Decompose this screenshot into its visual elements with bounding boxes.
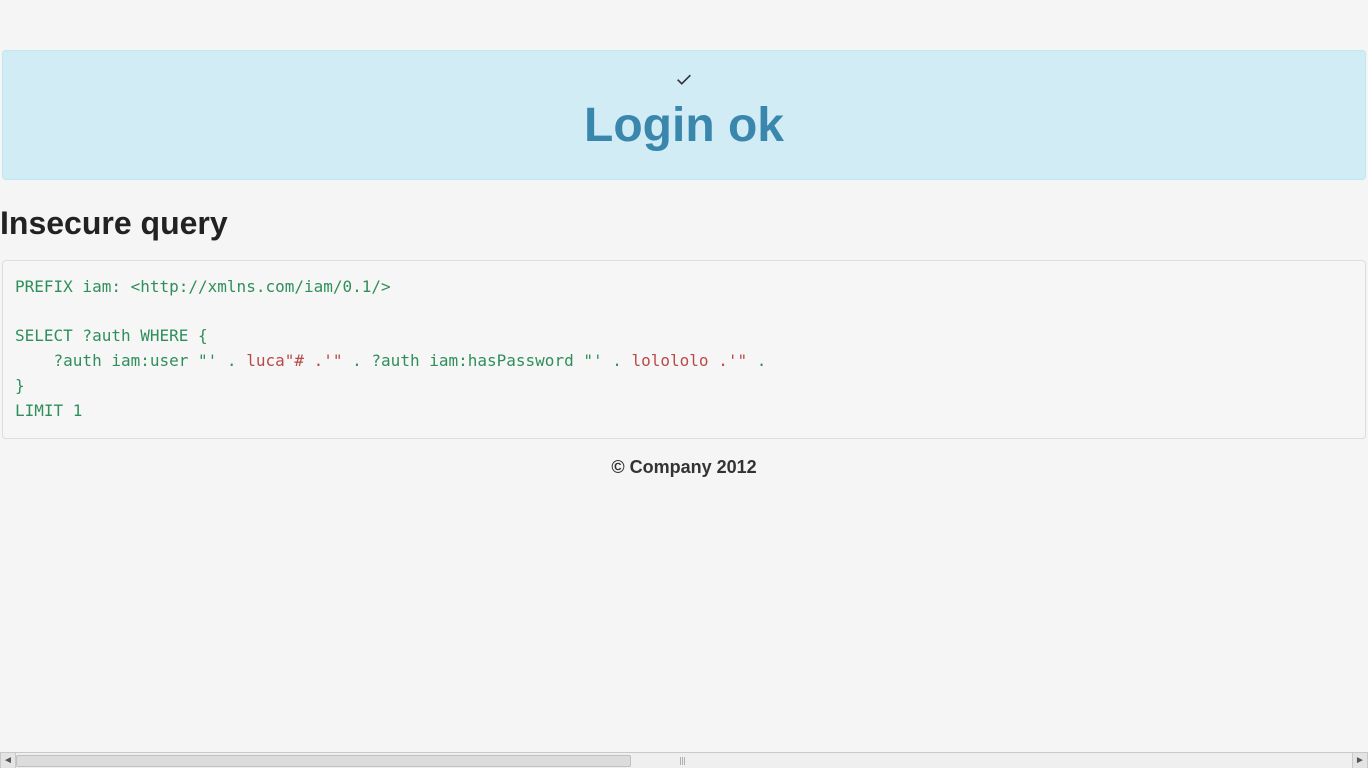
- code-line: }: [15, 376, 25, 395]
- section-heading: Insecure query: [0, 205, 1368, 242]
- query-codebox: PREFIX iam: <http://xmlns.com/iam/0.1/> …: [2, 260, 1366, 439]
- code-line: .: [747, 351, 776, 370]
- scroll-grip: [680, 757, 688, 765]
- scroll-right-arrow[interactable]: ►: [1352, 753, 1368, 768]
- code-line: PREFIX iam: <http://xmlns.com/iam/0.1/>: [15, 277, 391, 296]
- code-line: SELECT ?auth WHERE {: [15, 326, 208, 345]
- check-icon: [674, 71, 694, 96]
- code-error-fragment: luca"# .'": [246, 351, 342, 370]
- code-line: . ?auth iam:hasPassword "' .: [343, 351, 632, 370]
- code-error-fragment: lolololo .'": [632, 351, 748, 370]
- code-line: LIMIT 1: [15, 401, 82, 420]
- scroll-track[interactable]: [16, 753, 1352, 768]
- footer-text: © Company 2012: [0, 457, 1368, 478]
- alert-title: Login ok: [3, 100, 1365, 153]
- horizontal-scrollbar[interactable]: ◄ ►: [0, 752, 1368, 768]
- scroll-left-arrow[interactable]: ◄: [0, 753, 16, 768]
- code-line: ?auth iam:user "' .: [15, 351, 246, 370]
- scroll-thumb[interactable]: [16, 755, 631, 767]
- page-scroll-container: Login ok Insecure query PREFIX iam: <htt…: [0, 0, 1368, 752]
- login-success-alert: Login ok: [2, 50, 1366, 180]
